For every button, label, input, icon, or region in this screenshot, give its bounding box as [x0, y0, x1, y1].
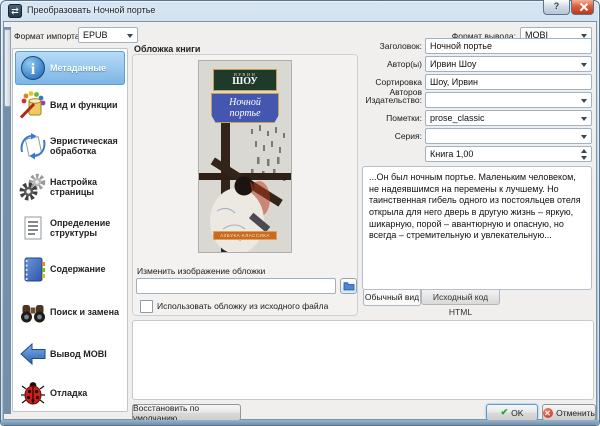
sidebar-item-label: Вывод MOBI	[50, 348, 107, 359]
input-format-value: EPUB	[83, 30, 108, 40]
chevron-down-icon	[581, 135, 587, 139]
cancel-icon	[543, 407, 554, 418]
comments-textarea[interactable]: ...Он был ночным портье. Маленьким челов…	[362, 166, 592, 290]
publisher-combo[interactable]	[425, 92, 592, 108]
authors-value: Ирвин Шоу	[430, 59, 477, 69]
tab-normal-view[interactable]: Обычный вид	[363, 290, 421, 306]
tab-html-source[interactable]: Исходный код HTML	[421, 290, 500, 317]
tags-combo[interactable]: prose_classic	[425, 110, 592, 126]
sidebar-item-search-replace[interactable]: Поиск и замена	[15, 289, 125, 335]
sidebar-item-label: Поиск и замена	[50, 306, 120, 317]
group-title: Обложка книги	[134, 44, 201, 54]
sidebar-item-structure-detection[interactable]: Определение структуры	[15, 207, 125, 249]
sidebar-item-label: Метаданные	[50, 62, 107, 73]
sidebar-item-toc[interactable]: Содержание	[15, 249, 125, 289]
authors-combo[interactable]: Ирвин Шоу	[425, 56, 592, 72]
cancel-button[interactable]: Отменить	[542, 404, 596, 421]
ladybug-icon	[16, 379, 50, 407]
chevron-down-icon	[127, 34, 133, 38]
authors-label: Автор(ы)	[386, 59, 422, 69]
change-cover-label: Изменить изображение обложки	[137, 266, 266, 276]
book-cover-group: Обложка книги ИРВИН ШОУ Ночной портье АЗ…	[132, 44, 358, 316]
convert-dialog-window: ⇄ Преобразовать Ночной портье ? Формат и…	[0, 0, 600, 426]
cover-path-input[interactable]	[136, 278, 336, 294]
sidebar-item-label: Эвристическая обработка	[50, 135, 118, 156]
svg-text:i: i	[31, 61, 36, 78]
cover-author-last: ШОУ	[232, 76, 258, 87]
category-list: i Метаданные Вид и функции Эвристическая…	[12, 48, 128, 412]
cover-author-plate: ИРВИН ШОУ	[213, 69, 277, 91]
title-input[interactable]: Ночной портье	[425, 38, 592, 54]
use-source-cover-label: Использовать обложку из исходного файла	[157, 301, 329, 311]
folder-icon	[343, 282, 354, 291]
chevron-down-icon	[581, 99, 587, 103]
cover-title-line1: Ночной	[229, 97, 261, 108]
cover-title-line2: портье	[229, 108, 261, 119]
cover-series-band: АЗБУКА-КЛАССИКА	[213, 231, 277, 240]
sidebar-scrollbar[interactable]	[4, 27, 11, 414]
close-icon	[579, 3, 587, 11]
sidebar-item-metadata[interactable]: i Метаданные	[15, 51, 125, 85]
series-label: Серия:	[394, 131, 422, 141]
titlebar[interactable]: ⇄ Преобразовать Ночной портье ?	[0, 0, 600, 22]
dialog-body: Формат импорта: EPUB Формат вывода: MOBI…	[4, 22, 596, 423]
page-rotate-icon	[16, 131, 50, 161]
title-value: Ночной портье	[430, 41, 493, 51]
browse-cover-button[interactable]	[340, 278, 357, 294]
sidebar-item-mobi-output[interactable]: Вывод MOBI	[15, 335, 125, 373]
series-index-value: Книга 1,00	[430, 149, 474, 159]
series-combo[interactable]	[425, 128, 592, 144]
spinner-arrows-icon[interactable]	[580, 148, 589, 161]
sidebar-item-page-setup[interactable]: Настройка страницы	[15, 167, 125, 207]
tags-value: prose_classic	[430, 113, 485, 123]
sidebar-item-label: Содержание	[50, 263, 106, 274]
chevron-down-icon	[581, 63, 587, 67]
sidebar-item-label: Вид и функции	[50, 99, 118, 110]
binoculars-icon	[16, 298, 50, 326]
input-format-combo[interactable]: EPUB	[78, 27, 138, 43]
window-title: Преобразовать Ночной портье	[27, 5, 156, 15]
tags-label: Пометки:	[386, 113, 422, 123]
sidebar-item-label: Отладка	[50, 387, 88, 398]
sidebar-item-debug[interactable]: Отладка	[15, 373, 125, 411]
convert-icon: ⇄	[8, 4, 22, 18]
series-index-spinbox[interactable]: Книга 1,00	[425, 146, 592, 162]
close-button[interactable]	[571, 0, 594, 15]
title-label: Заголовок:	[379, 41, 422, 51]
cancel-label: Отменить	[556, 407, 595, 418]
sidebar-item-label: Определение структуры	[50, 217, 111, 238]
author-sort-label: Сортировка Авторов	[375, 77, 422, 97]
cover-title-plate: Ночной портье	[211, 93, 279, 123]
help-button[interactable]: ?	[543, 0, 570, 15]
left-arrow-icon	[16, 339, 50, 369]
ok-button[interactable]: ✔ OK	[486, 404, 538, 421]
info-icon: i	[16, 55, 50, 81]
sidebar-item-look-and-feel[interactable]: Вид и функции	[15, 85, 125, 125]
paint-bucket-icon	[16, 90, 50, 120]
messages-panel	[132, 320, 594, 400]
gears-icon	[16, 173, 50, 201]
ok-label: OK	[511, 407, 524, 418]
document-lines-icon	[16, 214, 50, 242]
chevron-down-icon	[581, 117, 587, 121]
input-format-label: Формат импорта:	[14, 31, 82, 41]
use-source-cover-checkbox[interactable]	[140, 300, 153, 313]
notebook-icon	[16, 254, 50, 284]
author-sort-input[interactable]: Шоу, Ирвин	[425, 74, 592, 90]
book-cover-image: ИРВИН ШОУ Ночной портье АЗБУКА-КЛАССИКА	[199, 61, 291, 252]
check-icon: ✔	[500, 407, 509, 417]
restore-defaults-button[interactable]: Восстановить по умолчанию	[132, 403, 241, 423]
scrollbar-thumb[interactable]	[4, 29, 11, 107]
window-frame-bottom	[1, 420, 599, 425]
author-sort-value: Шоу, Ирвин	[430, 77, 479, 87]
publisher-label: Издательство:	[365, 95, 422, 105]
sidebar-item-label: Настройка страницы	[50, 176, 97, 197]
sidebar-item-heuristics[interactable]: Эвристическая обработка	[15, 125, 125, 167]
